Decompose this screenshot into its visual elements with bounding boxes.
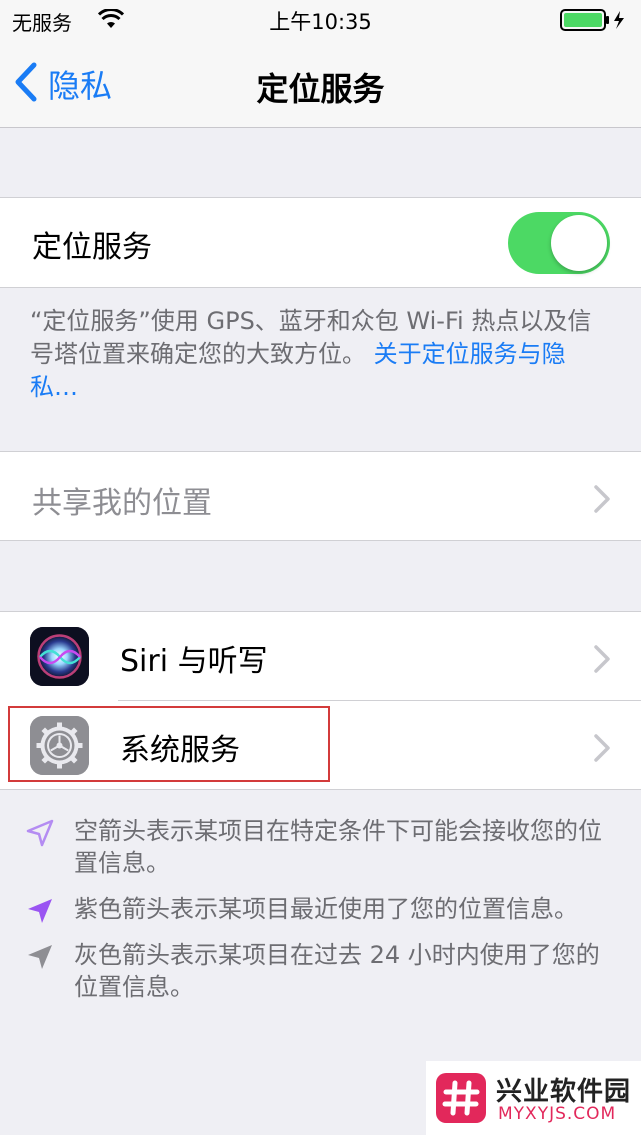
legend-item: 空箭头表示某项目在特定条件下可能会接收您的位置信息。	[22, 815, 622, 879]
chevron-right-icon	[594, 734, 610, 766]
highlight-annotation	[8, 706, 330, 782]
siri-icon	[30, 627, 89, 686]
gray-arrow-icon	[24, 941, 56, 981]
chevron-right-icon	[594, 485, 610, 517]
legend-text: 空箭头表示某项目在特定条件下可能会接收您的位置信息。	[74, 817, 602, 877]
location-description: “定位服务”使用 GPS、蓝牙和众包 Wi-Fi 热点以及信号塔位置来确定您的大…	[30, 305, 610, 404]
clock: 上午10:35	[269, 10, 372, 34]
location-services-label: 定位服务	[32, 230, 152, 265]
toggle-knob	[551, 215, 607, 271]
legend-item: 紫色箭头表示某项目最近使用了您的位置信息。	[22, 893, 622, 925]
status-bar: 无服务 上午10:35	[0, 0, 641, 40]
watermark-url: MYXYJS.COM	[498, 1104, 617, 1124]
page-title: 定位服务	[256, 70, 385, 108]
arrow-legend: 空箭头表示某项目在特定条件下可能会接收您的位置信息。 紫色箭头表示某项目最近使用…	[22, 815, 622, 1017]
chevron-right-icon	[594, 645, 610, 677]
hash-logo-icon	[436, 1073, 486, 1123]
share-location-label: 共享我的位置	[32, 486, 212, 521]
legend-text: 紫色箭头表示某项目最近使用了您的位置信息。	[74, 895, 578, 923]
location-services-toggle[interactable]	[508, 212, 610, 274]
legend-item: 灰色箭头表示某项目在过去 24 小时内使用了您的位置信息。	[22, 939, 622, 1003]
purple-arrow-icon	[24, 895, 56, 935]
watermark: 兴业软件园 MYXYJS.COM	[426, 1061, 641, 1135]
share-location-cell[interactable]: 共享我的位置	[0, 451, 641, 541]
watermark-title: 兴业软件园	[496, 1077, 632, 1107]
battery-icon	[560, 9, 632, 35]
navigation-bar: 隐私 定位服务	[0, 40, 641, 128]
legend-text: 灰色箭头表示某项目在过去 24 小时内使用了您的位置信息。	[74, 941, 600, 1001]
app-row-siri[interactable]: Siri 与听写	[0, 611, 641, 701]
app-label-siri: Siri 与听写	[120, 644, 268, 679]
hollow-arrow-icon	[24, 817, 56, 857]
